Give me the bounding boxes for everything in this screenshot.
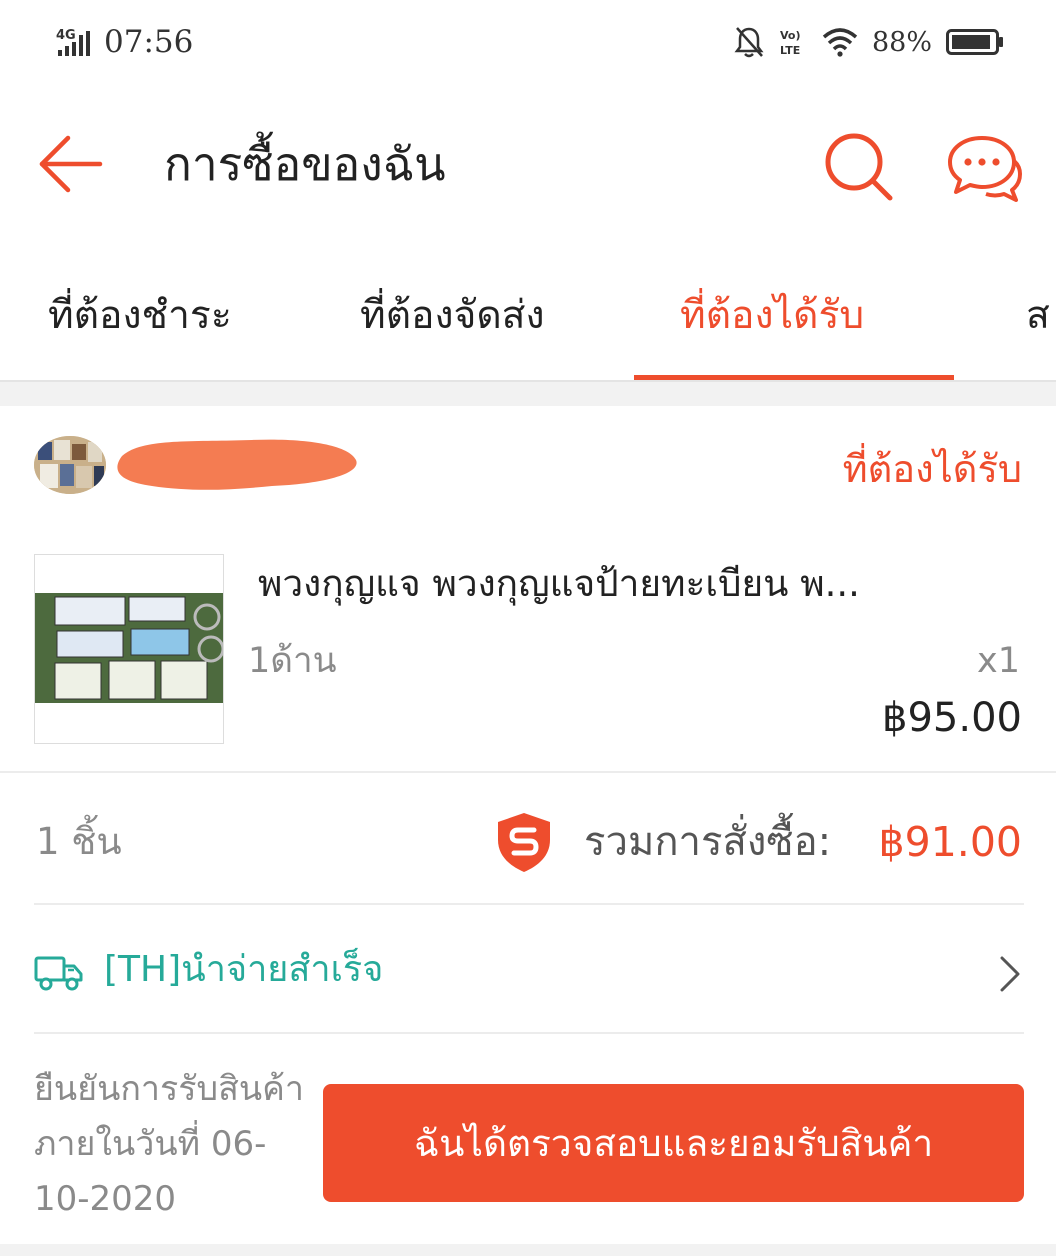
svg-text:LTE: LTE xyxy=(780,44,800,57)
status-time: 07:56 xyxy=(104,24,194,60)
tab-to-pay[interactable]: ที่ต้องชำระ xyxy=(48,288,232,344)
back-button[interactable] xyxy=(36,132,106,196)
app-header: การซื้อของฉัน xyxy=(0,100,1056,230)
product-image xyxy=(35,555,223,743)
bottom-band xyxy=(0,1244,1056,1256)
section-gap xyxy=(0,380,1056,406)
status-bar: 4G 07:56 Vo) LTE 88% xyxy=(0,0,1056,84)
page-title: การซื้อของฉัน xyxy=(164,137,446,191)
truck-icon xyxy=(34,952,84,992)
bell-off-icon xyxy=(734,27,764,58)
shop-row: ที่ต้องได้รับ xyxy=(0,406,1056,526)
divider xyxy=(34,903,1024,905)
wifi-icon xyxy=(822,28,858,57)
shopee-guarantee-shield-icon xyxy=(492,810,556,874)
order-status: ที่ต้องได้รับ xyxy=(842,447,1022,491)
battery-percent: 88% xyxy=(871,26,932,58)
chat-button[interactable] xyxy=(946,132,1026,202)
product-thumbnail xyxy=(34,554,224,744)
search-button[interactable] xyxy=(820,128,896,204)
order-total-amount: ฿91.00 xyxy=(878,818,1022,866)
order-total-label: รวมการสั่งซื้อ: xyxy=(584,819,832,865)
order-tabs: ที่ต้องชำระ ที่ต้องจัดส่ง ที่ต้องได้รับ … xyxy=(0,262,1056,381)
chat-bubbles-icon xyxy=(948,136,1022,202)
confirm-received-button[interactable]: ฉันได้ตรวจสอบและยอมรับสินค้า xyxy=(323,1084,1024,1202)
svg-text:Vo): Vo) xyxy=(780,29,801,42)
volte-icon: Vo) LTE xyxy=(780,29,801,57)
search-icon xyxy=(825,133,893,201)
shipping-status-row[interactable]: [TH]นำจ่ายสำเร็จ xyxy=(0,906,1056,1032)
confirm-row: ยืนยันการรับสินค้าภายในวันที่ 06-10-2020… xyxy=(0,1034,1056,1256)
battery-icon xyxy=(946,29,1003,55)
product-name: พวงกุญแจ พวงกุญแจป้ายทะเบียน พ... xyxy=(258,562,860,605)
shop-avatar[interactable] xyxy=(34,436,106,494)
shop-name-redacted xyxy=(112,434,358,494)
product-row[interactable]: พวงกุญแจ พวงกุญแจป้ายทะเบียน พ... 1ด้าน … xyxy=(0,540,1056,770)
product-price: ฿95.00 xyxy=(882,695,1022,741)
status-right: Vo) LTE 88% xyxy=(734,22,1004,62)
product-quantity: x1 xyxy=(977,641,1020,681)
arrow-left-icon xyxy=(39,135,103,193)
product-variant: 1ด้าน xyxy=(248,641,337,681)
item-count: 1 ชิ้น xyxy=(36,820,122,863)
tab-to-ship[interactable]: ที่ต้องจัดส่ง xyxy=(360,288,545,344)
signal-icon: 4G xyxy=(56,28,90,56)
divider xyxy=(0,771,1056,773)
order-total-row: 1 ชิ้น รวมการสั่งซื้อ: ฿91.00 xyxy=(0,774,1056,904)
tab-next-partial[interactable]: ส xyxy=(1026,288,1050,344)
tab-to-receive[interactable]: ที่ต้องได้รับ xyxy=(680,288,864,344)
chevron-right-icon xyxy=(998,954,1022,994)
svg-text:4G: 4G xyxy=(56,28,76,43)
shipping-status-text: [TH]นำจ่ายสำเร็จ xyxy=(104,949,384,990)
status-left: 4G 07:56 xyxy=(56,22,193,62)
confirm-deadline-note: ยืนยันการรับสินค้าภายในวันที่ 06-10-2020 xyxy=(34,1069,304,1219)
shop-avatar-image xyxy=(34,436,106,494)
